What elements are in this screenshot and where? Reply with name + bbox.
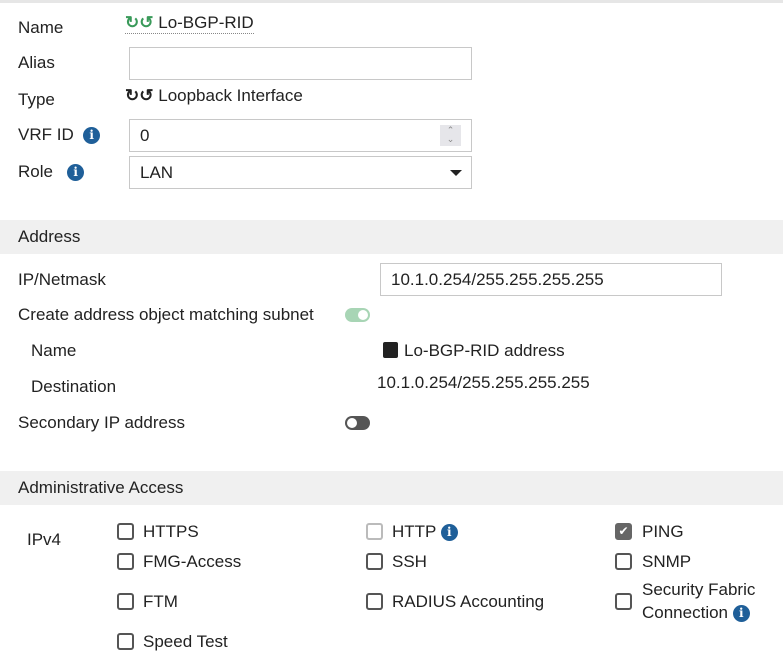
alias-input[interactable] [129, 47, 472, 80]
admin-access-section-header: Administrative Access [0, 471, 783, 505]
ip-netmask-label: IP/Netmask [18, 270, 106, 289]
secondary-ip-toggle[interactable] [345, 416, 370, 430]
interface-name: Lo-BGP-RID [158, 13, 254, 32]
ping-label: PING [642, 522, 684, 541]
fmg-access-label: FMG-Access [143, 552, 242, 571]
role-label-text: Role [18, 162, 53, 181]
speed-test-label: Speed Test [143, 632, 228, 651]
http-text: HTTP [392, 522, 437, 541]
ssh-label: SSH [392, 552, 427, 571]
https-checkbox[interactable] [117, 523, 134, 540]
name-value: ↻↺ Lo-BGP-RID [125, 13, 254, 34]
info-icon[interactable]: i [732, 605, 750, 623]
info-icon[interactable]: i [440, 524, 458, 542]
alias-label: Alias [18, 53, 55, 72]
security-fabric-checkbox[interactable] [615, 593, 632, 610]
ftm-checkbox[interactable] [117, 593, 134, 610]
role-label: Role i [18, 162, 85, 182]
object-name-label: Name [31, 341, 77, 360]
vrf-value: 0 [140, 126, 150, 145]
https-label: HTTPS [143, 522, 199, 541]
info-icon[interactable]: i [67, 164, 85, 182]
vrf-label: VRF ID i [18, 125, 101, 145]
create-address-toggle[interactable] [345, 308, 370, 322]
object-name-value: Lo-BGP-RID address [383, 341, 565, 361]
ipv4-label: IPv4 [27, 530, 62, 549]
loopback-icon: ↻↺ [125, 86, 154, 105]
ping-checkbox[interactable]: ✔ [615, 523, 632, 540]
role-value: LAN [140, 163, 174, 182]
name-label: Name [18, 18, 64, 37]
info-icon[interactable]: i [83, 127, 101, 145]
http-checkbox [366, 523, 383, 540]
http-label: HTTP i [392, 522, 458, 542]
ssh-checkbox[interactable] [366, 553, 383, 570]
ftm-label: FTM [143, 592, 178, 611]
top-border [0, 0, 783, 3]
role-select[interactable]: LAN [129, 156, 472, 189]
destination-value: 10.1.0.254/255.255.255.255 [377, 373, 590, 392]
radius-accounting-label: RADIUS Accounting [392, 592, 545, 611]
security-fabric-label-line2: Connection i [642, 603, 750, 623]
type-value: ↻↺ Loopback Interface [125, 86, 303, 106]
address-section-header: Address [0, 220, 783, 254]
snmp-label: SNMP [642, 552, 692, 571]
object-name-text: Lo-BGP-RID address [404, 341, 565, 360]
secondary-ip-label: Secondary IP address [18, 413, 185, 432]
vrf-id-input[interactable]: 0 ⌃ ⌄ [129, 119, 472, 152]
fmg-access-checkbox[interactable] [117, 553, 134, 570]
ip-netmask-input[interactable]: 10.1.0.254/255.255.255.255 [380, 263, 722, 296]
security-fabric-label: Security Fabric [642, 580, 756, 599]
type-text: Loopback Interface [158, 86, 303, 105]
snmp-checkbox[interactable] [615, 553, 632, 570]
destination-label: Destination [31, 377, 117, 396]
create-address-label: Create address object matching subnet [18, 305, 314, 324]
loopback-icon: ↻↺ [125, 13, 154, 32]
spinner-icon[interactable]: ⌃ ⌄ [440, 125, 461, 146]
vrf-label-text: VRF ID [18, 125, 74, 144]
caret-down-icon [450, 170, 462, 176]
type-label: Type [18, 90, 55, 109]
connection-text: Connection [642, 603, 729, 622]
speed-test-checkbox[interactable] [117, 633, 134, 650]
radius-accounting-checkbox[interactable] [366, 593, 383, 610]
address-book-icon [383, 342, 398, 358]
